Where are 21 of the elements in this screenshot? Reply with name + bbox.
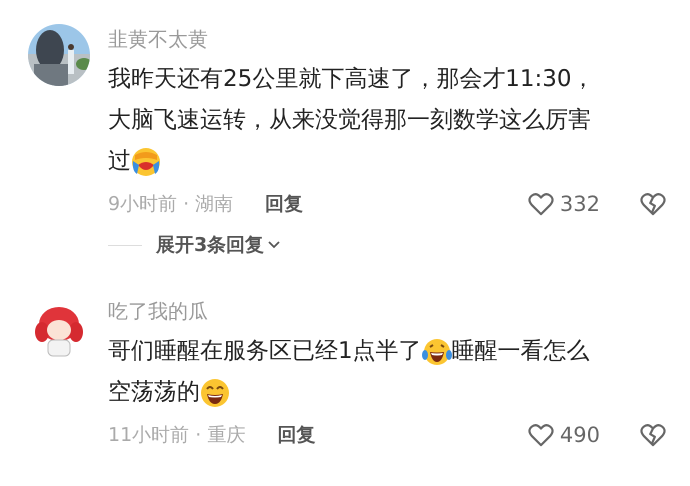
laughing-tears-icon [422, 336, 452, 366]
like-count: 332 [560, 192, 600, 216]
comment-time-location: 11小时前 · 重庆 [108, 423, 246, 448]
like-icon[interactable] [528, 192, 554, 216]
crying-face-icon [131, 146, 161, 176]
grinning-face-icon [200, 378, 230, 408]
comment-text: 空荡荡的 [108, 378, 200, 407]
like-count: 490 [560, 423, 600, 447]
comment-text: 睡醒一看怎么 [452, 337, 590, 366]
comment-text: 过 [108, 147, 131, 176]
comment-text: 我昨天还有25公里就下高速了，那会才11:30， [108, 65, 595, 94]
comment-text: 哥们睡醒在服务区已经1点半了 [108, 337, 422, 366]
comment-text: 大脑飞速运转，从来没觉得那一刻数学这么厉害 [108, 106, 591, 135]
reply-button[interactable]: 回复 [265, 191, 304, 217]
like-icon[interactable] [528, 423, 554, 447]
reply-button[interactable]: 回复 [277, 422, 316, 448]
comment-time-location: 9小时前 · 湖南 [108, 192, 234, 217]
chevron-down-icon [268, 241, 280, 249]
broken-heart-icon[interactable] [640, 192, 666, 216]
broken-heart-icon[interactable] [640, 423, 666, 447]
expand-replies-button[interactable]: 展开3条回复 [156, 232, 280, 258]
